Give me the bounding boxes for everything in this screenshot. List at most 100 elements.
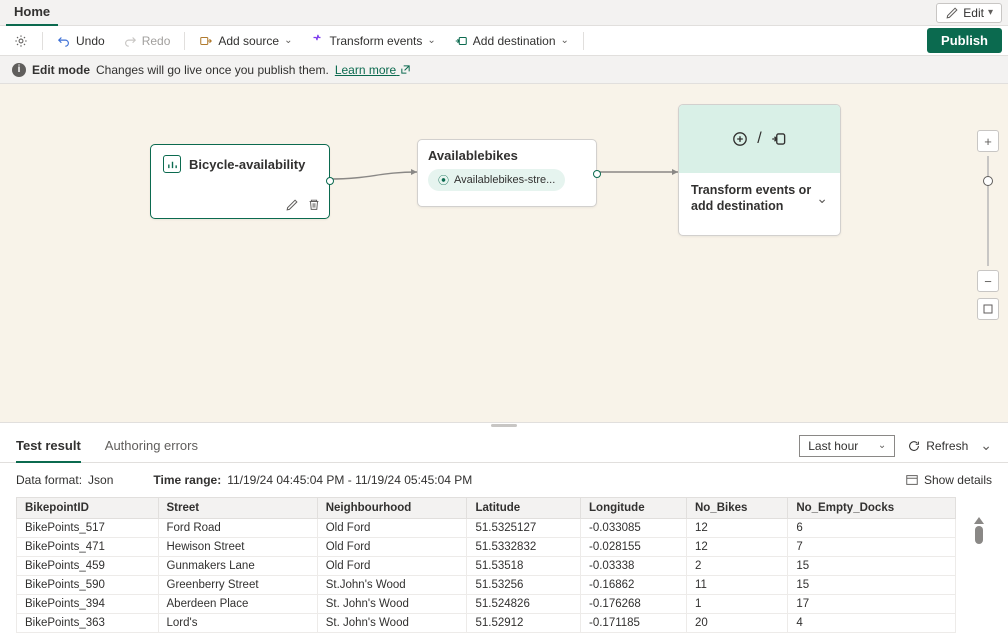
table-cell: -0.16862 — [581, 576, 687, 595]
column-header[interactable]: Longitude — [581, 498, 687, 519]
edit-dropdown[interactable]: Edit ▾ — [936, 3, 1002, 23]
table-cell: Old Ford — [317, 538, 467, 557]
table-cell: -0.028155 — [581, 538, 687, 557]
chevron-down-icon[interactable]: ⌄ — [816, 190, 828, 207]
trash-icon[interactable] — [307, 198, 321, 212]
scroll-thumb[interactable] — [975, 526, 983, 544]
redo-button[interactable]: Redo — [115, 30, 179, 52]
undo-button[interactable]: Undo — [49, 30, 113, 52]
table-cell: 51.53518 — [467, 557, 581, 576]
data-format-value: Json — [88, 473, 113, 487]
table-cell: -0.033085 — [581, 519, 687, 538]
chevron-down-icon[interactable]: ⌄ — [980, 437, 992, 454]
redo-label: Redo — [142, 34, 171, 48]
publish-button[interactable]: Publish — [927, 28, 1002, 53]
table-row[interactable]: BikePoints_517Ford RoadOld Ford51.532512… — [17, 519, 956, 538]
chevron-down-icon: ⌄ — [427, 35, 435, 46]
table-cell: 51.5325127 — [467, 519, 581, 538]
node-source[interactable]: Bicycle-availability — [150, 144, 330, 219]
table-cell: BikePoints_517 — [17, 519, 159, 538]
table-cell: Ford Road — [158, 519, 317, 538]
learn-more-link[interactable]: Learn more — [335, 63, 411, 77]
settings-button[interactable] — [6, 30, 36, 52]
stream-chip[interactable]: ⦿ Availablebikes-stre... — [428, 169, 565, 191]
tab-home[interactable]: Home — [6, 0, 58, 26]
zoom-thumb[interactable] — [983, 176, 993, 186]
time-range-select[interactable]: Last hour ⌄ — [799, 435, 895, 457]
table-cell: 15 — [788, 557, 956, 576]
banner-msg: Changes will go live once you publish th… — [96, 63, 329, 77]
column-header[interactable]: Latitude — [467, 498, 581, 519]
column-header[interactable]: No_Empty_Docks — [788, 498, 956, 519]
scroll-up-icon[interactable] — [974, 517, 984, 524]
table-row[interactable]: BikePoints_459Gunmakers LaneOld Ford51.5… — [17, 557, 956, 576]
tab-authoring-errors[interactable]: Authoring errors — [105, 430, 198, 461]
table-cell: BikePoints_471 — [17, 538, 159, 557]
chevron-down-icon: ▾ — [988, 7, 993, 18]
transform-icon — [310, 34, 324, 48]
add-source-button[interactable]: Add source ⌄ — [191, 30, 300, 52]
transform-events-button[interactable]: Transform events ⌄ — [302, 30, 443, 52]
column-header[interactable]: BikepointID — [17, 498, 159, 519]
table-cell: -0.03338 — [581, 557, 687, 576]
table-cell: Hewison Street — [158, 538, 317, 557]
table-cell: 12 — [686, 538, 787, 557]
table-cell: 7 — [788, 538, 956, 557]
show-details-button[interactable]: Show details — [905, 473, 992, 487]
external-link-icon — [400, 64, 411, 75]
table-row[interactable]: BikePoints_590Greenberry StreetSt.John's… — [17, 576, 956, 595]
tab-test-result[interactable]: Test result — [16, 430, 81, 463]
table-cell: 17 — [788, 595, 956, 614]
add-destination-icon — [454, 34, 468, 48]
output-port[interactable] — [326, 177, 334, 185]
zoom-slider[interactable] — [987, 156, 989, 266]
table-cell: 51.5332832 — [467, 538, 581, 557]
table-cell: BikePoints_394 — [17, 595, 159, 614]
stream-icon: ⦿ — [438, 172, 449, 188]
table-cell: -0.176268 — [581, 595, 687, 614]
column-header[interactable]: Street — [158, 498, 317, 519]
table-cell: 4 — [788, 614, 956, 633]
table-cell: 1 — [686, 595, 787, 614]
bar-chart-icon — [163, 155, 181, 173]
add-source-label: Add source — [218, 34, 279, 48]
table-cell: 15 — [788, 576, 956, 595]
table-cell: Old Ford — [317, 557, 467, 576]
table-cell: 11 — [686, 576, 787, 595]
table-cell: 51.524826 — [467, 595, 581, 614]
column-header[interactable]: Neighbourhood — [317, 498, 467, 519]
time-range-label: Time range: — [153, 473, 221, 487]
add-destination-label: Add destination — [473, 34, 556, 48]
zoom-out-button[interactable]: − — [977, 270, 999, 292]
gear-icon — [14, 34, 28, 48]
refresh-label: Refresh — [926, 439, 968, 453]
time-range-value-text: 11/19/24 04:45:04 PM - 11/19/24 05:45:04… — [227, 473, 472, 487]
node-destination-placeholder[interactable]: / Transform events or add destination ⌄ — [678, 104, 841, 236]
table-cell: Greenberry Street — [158, 576, 317, 595]
table-cell: BikePoints_590 — [17, 576, 159, 595]
zoom-in-button[interactable]: + — [977, 130, 999, 152]
pencil-icon[interactable] — [285, 198, 299, 212]
undo-label: Undo — [76, 34, 105, 48]
table-row[interactable]: BikePoints_471Hewison StreetOld Ford51.5… — [17, 538, 956, 557]
learn-more-label: Learn more — [335, 63, 396, 77]
table-cell: 2 — [686, 557, 787, 576]
redo-icon — [123, 34, 137, 48]
column-header[interactable]: No_Bikes — [686, 498, 787, 519]
refresh-button[interactable]: Refresh — [907, 439, 968, 453]
pencil-icon — [945, 6, 959, 20]
table-row[interactable]: BikePoints_394Aberdeen PlaceSt. John's W… — [17, 595, 956, 614]
table-row[interactable]: BikePoints_363Lord'sSt. John's Wood51.52… — [17, 614, 956, 633]
table-cell: Old Ford — [317, 519, 467, 538]
time-range-value: Last hour — [808, 439, 858, 453]
edit-label: Edit — [963, 6, 984, 20]
fit-icon — [982, 303, 994, 315]
canvas[interactable]: Bicycle-availability Availablebikes ⦿ Av… — [0, 84, 1008, 422]
add-destination-button[interactable]: Add destination ⌄ — [446, 30, 577, 52]
table-cell: 20 — [686, 614, 787, 633]
transform-events-label: Transform events — [329, 34, 422, 48]
fit-to-screen-button[interactable] — [977, 298, 999, 320]
output-port[interactable] — [593, 170, 601, 178]
table-scrollbar[interactable] — [974, 517, 984, 544]
node-transform[interactable]: Availablebikes ⦿ Availablebikes-stre... — [417, 139, 597, 207]
